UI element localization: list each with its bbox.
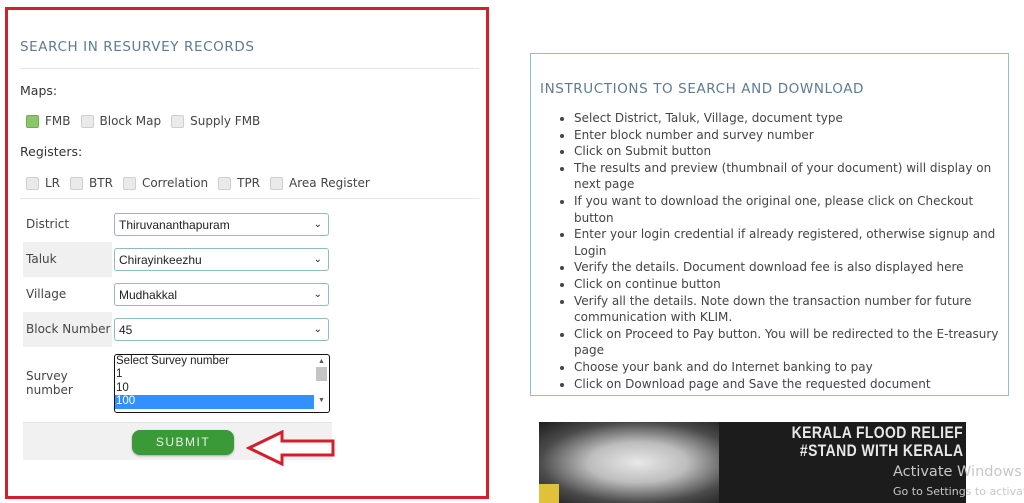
scroll-up-icon[interactable]: ▲ [316,357,327,366]
select-value: Thiruvananthapuram [119,217,230,232]
checkbox-lr[interactable]: LR [26,176,60,190]
checkbox-btr[interactable]: BTR [70,176,113,190]
scroll-down-icon[interactable]: ▼ [316,396,327,405]
village-label: Village [26,287,67,301]
arrow-left-icon [246,430,335,466]
banner-headline: KERALA FLOOD RELIEF [791,423,963,442]
list-item: Enter block number and survey number [574,127,1014,144]
block-row: Block Number 45 ⌄ [23,312,335,347]
divider [20,68,479,69]
checkbox-fmb[interactable]: FMB [26,114,71,128]
select-value: 45 [119,322,133,337]
list-item: Verify the details. Document download fe… [574,259,1014,276]
list-item: Enter your login credential if already r… [574,226,1014,259]
checkbox-icon[interactable] [26,176,39,190]
list-item: Click on Proceed to Pay button. You will… [574,326,1014,359]
taluk-label: Taluk [23,242,112,277]
instructions-panel: INSTRUCTIONS TO SEARCH AND DOWNLOAD Sele… [530,53,1009,396]
checkbox-icon[interactable] [122,176,136,190]
checkbox-label: Supply FMB [190,114,261,128]
maps-options: FMB Block Map Supply FMB [26,114,270,128]
list-item: Click on Download page and Save the requ… [574,376,1014,393]
list-item: Select District, Taluk, Village, documen… [574,110,1014,127]
checkbox-tpr[interactable]: TPR [218,176,260,190]
registers-options: LR BTR Correlation TPR Area Register [26,176,380,190]
scrollbar-thumb[interactable] [316,366,327,381]
chevron-down-icon: ⌄ [313,254,322,265]
select-value: Mudhakkal [119,287,178,302]
instructions-list: Select District, Taluk, Village, documen… [552,110,1014,392]
maps-label: Maps: [20,83,58,98]
survey-number-label: Survey number [26,369,73,397]
submit-button[interactable]: SUBMIT [132,430,234,455]
listbox-option[interactable]: 1 [115,368,314,382]
activate-windows-subtext: Go to Settings to activate Windows. [893,485,1024,498]
checkbox-checked-icon[interactable] [26,114,39,128]
taluk-select[interactable]: Chirayinkeezhu ⌄ [114,248,329,271]
checkbox-label: Area Register [289,176,370,190]
district-label: District [26,217,70,231]
search-form: District Thiruvananthapuram ⌄ Taluk Chira… [23,207,335,419]
select-value: Chirayinkeezhu [119,252,202,267]
village-row: Village Mudhakkal ⌄ [23,277,335,312]
checkbox-area-register[interactable]: Area Register [270,176,370,190]
checkbox-label: TPR [237,176,261,190]
list-item: Click on Submit button [574,143,1014,160]
block-number-label: Block Number [23,312,112,347]
activate-windows-watermark: Activate Windows [893,464,1022,480]
checkbox-icon[interactable] [171,114,185,128]
banner-illustration-detail [539,484,559,503]
checkbox-label: BTR [89,176,113,190]
checkbox-label: LR [45,176,61,190]
checkbox-label: FMB [45,114,71,128]
list-item: The results and preview (thumbnail of yo… [574,160,1014,193]
village-select[interactable]: Mudhakkal ⌄ [114,283,329,306]
checkbox-block-map[interactable]: Block Map [80,114,162,128]
checkbox-icon[interactable] [270,176,284,190]
checkbox-label: Block Map [99,114,162,128]
checkbox-icon[interactable] [218,176,232,190]
banner-hashtag: #STAND WITH KERALA [799,441,963,460]
list-item: Choose your bank and do Internet banking… [574,359,1014,376]
chevron-down-icon: ⌄ [313,289,322,300]
listbox-option-selected[interactable]: 100 [115,395,314,409]
listbox-option[interactable]: Select Survey number [115,355,314,369]
checkbox-icon[interactable] [80,114,94,128]
chevron-down-icon: ⌄ [313,219,322,230]
instructions-title: INSTRUCTIONS TO SEARCH AND DOWNLOAD [540,81,865,97]
list-item: Verify all the details. Note down the tr… [574,293,1014,326]
checkbox-icon[interactable] [70,176,84,190]
checkbox-label: Correlation [141,176,209,190]
listbox-option[interactable]: 10 [115,382,314,396]
listbox-scrollbar[interactable]: ▲ ▼ [316,357,327,410]
survey-number-listbox[interactable]: Select Survey number 1 10 100 ▲ ▼ [114,353,330,413]
block-number-select[interactable]: 45 ⌄ [114,318,329,341]
search-title: SEARCH IN RESURVEY RECORDS [20,39,255,55]
district-select[interactable]: Thiruvananthapuram ⌄ [114,213,329,236]
district-row: District Thiruvananthapuram ⌄ [23,207,335,242]
banner-illustration [539,422,719,503]
list-item: If you want to download the original one… [574,193,1014,226]
registers-label: Registers: [20,144,83,159]
chevron-down-icon: ⌄ [313,324,322,335]
taluk-row: Taluk Chirayinkeezhu ⌄ [23,242,335,277]
checkbox-supply-fmb[interactable]: Supply FMB [171,114,260,128]
divider [20,198,479,199]
list-item: Click on continue button [574,276,1014,293]
survey-row: Survey number Select Survey number 1 10 … [23,347,335,419]
checkbox-correlation[interactable]: Correlation [122,176,209,190]
